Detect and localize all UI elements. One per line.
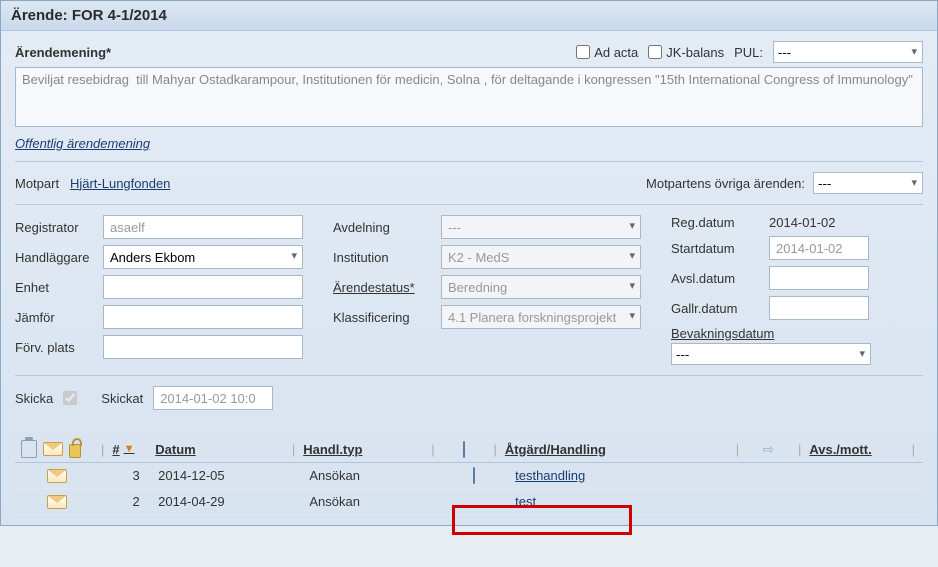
col-num[interactable]: # ▼	[112, 442, 155, 457]
row-date: 2014-12-05	[158, 468, 290, 483]
row-typ: Ansökan	[309, 494, 432, 509]
skicka-checkbox[interactable]	[63, 391, 77, 405]
forv-input[interactable]	[103, 335, 303, 359]
registrator-label: Registrator	[15, 220, 95, 235]
handlaggare-label: Handläggare	[15, 250, 95, 265]
col-datum[interactable]: Datum	[155, 442, 284, 457]
mid-column: Avdelning Institution Ärendestatus* Klas…	[333, 215, 641, 365]
documents-table: | # ▼ Datum | Handl.typ | | Åtgärd/Handl…	[15, 436, 923, 515]
arrow-header-icon: ⇨	[763, 441, 775, 457]
skickat-label: Skickat	[101, 391, 143, 406]
bevak-label: Bevakningsdatum	[671, 326, 871, 341]
regdatum-value: 2014-01-02	[769, 215, 836, 230]
right-column: Reg.datum 2014-01-02 Startdatum Avsl.dat…	[671, 215, 871, 365]
row-date: 2014-04-29	[158, 494, 290, 509]
avdelning-label: Avdelning	[333, 220, 433, 235]
case-window: Ärende: FOR 4-1/2014 Ärendemening* Ad ac…	[0, 0, 938, 526]
handlaggare-select[interactable]	[103, 245, 303, 269]
row-title-link[interactable]: testhandling	[515, 468, 585, 483]
jamfor-label: Jämför	[15, 310, 95, 325]
motpart-section: Motpart Hjärt-Lungfonden Motpartens övri…	[15, 172, 923, 205]
klass-select[interactable]	[441, 305, 641, 329]
form-section: Registrator Handläggare Enhet Jämför	[15, 215, 923, 376]
left-column: Registrator Handläggare Enhet Jämför	[15, 215, 303, 365]
description-textarea[interactable]: Beviljat resebidrag till Mahyar Ostadkar…	[15, 67, 923, 127]
jk-balans-checkbox[interactable]: JK-balans	[648, 45, 724, 60]
skicka-label: Skicka	[15, 391, 53, 406]
motpart-link[interactable]: Hjärt-Lungfonden	[70, 176, 170, 191]
ad-acta-input[interactable]	[576, 45, 590, 59]
institution-label: Institution	[333, 250, 433, 265]
jamfor-input[interactable]	[103, 305, 303, 329]
enhet-label: Enhet	[15, 280, 95, 295]
ad-acta-checkbox[interactable]: Ad acta	[576, 45, 638, 60]
forv-label: Förv. plats	[15, 340, 95, 355]
avsldatum-input[interactable]	[769, 266, 869, 290]
status-select[interactable]	[441, 275, 641, 299]
jk-balans-input[interactable]	[648, 45, 662, 59]
offentlig-link[interactable]: Offentlig ärendemening	[15, 136, 150, 151]
jk-balans-label: JK-balans	[666, 45, 724, 60]
row-num: 3	[114, 468, 158, 483]
lock-icon[interactable]	[69, 444, 81, 458]
motpart-other-select[interactable]	[813, 172, 923, 194]
doc-header-icon[interactable]	[463, 441, 465, 458]
ad-acta-label: Ad acta	[594, 45, 638, 60]
skicka-row: Skicka Skickat	[15, 386, 923, 410]
table-row[interactable]: | 2 2014-04-29 | Ansökan | | test | |	[15, 489, 923, 515]
motpart-other-label: Motpartens övriga ärenden:	[646, 176, 805, 191]
trash-icon[interactable]	[21, 440, 37, 458]
col-avs[interactable]: Avs./mott.	[809, 442, 903, 457]
avdelning-select[interactable]	[441, 215, 641, 239]
col-handltyp[interactable]: Handl.typ	[303, 442, 423, 457]
envelope-icon	[47, 495, 67, 509]
enhet-input[interactable]	[103, 275, 303, 299]
startdatum-label: Startdatum	[671, 241, 761, 256]
status-label: Ärendestatus*	[333, 280, 433, 295]
row-title-link[interactable]: test	[515, 494, 536, 509]
col-atgard[interactable]: Åtgärd/Handling	[505, 442, 728, 457]
doc-icon[interactable]	[473, 467, 475, 484]
sort-desc-icon: ▼	[124, 443, 135, 455]
titlebar: Ärende: FOR 4-1/2014	[1, 1, 937, 31]
pul-select[interactable]	[773, 41, 923, 63]
table-row[interactable]: | 3 2014-12-05 | Ansökan | | testhandlin…	[15, 463, 923, 489]
gallrdatum-input[interactable]	[769, 296, 869, 320]
pul-label: PUL:	[734, 45, 763, 60]
envelope-icon	[47, 469, 67, 483]
registrator-input[interactable]	[103, 215, 303, 239]
description-section: Ärendemening* Ad acta JK-balans PUL:	[15, 41, 923, 162]
row-num: 2	[114, 494, 158, 509]
institution-select[interactable]	[441, 245, 641, 269]
startdatum-input[interactable]	[769, 236, 869, 260]
klass-label: Klassificering	[333, 310, 433, 325]
motpart-label: Motpart	[15, 176, 59, 191]
avsldatum-label: Avsl.datum	[671, 271, 761, 286]
gallrdatum-label: Gallr.datum	[671, 301, 761, 316]
bevak-select[interactable]	[671, 343, 871, 365]
window-title: Ärende: FOR 4-1/2014	[11, 7, 167, 24]
skickat-input[interactable]	[153, 386, 273, 410]
envelope-header-icon[interactable]	[43, 442, 63, 456]
row-typ: Ansökan	[309, 468, 432, 483]
regdatum-label: Reg.datum	[671, 215, 761, 230]
arendemening-label: Ärendemening*	[15, 45, 111, 60]
table-header: | # ▼ Datum | Handl.typ | | Åtgärd/Handl…	[15, 436, 923, 463]
